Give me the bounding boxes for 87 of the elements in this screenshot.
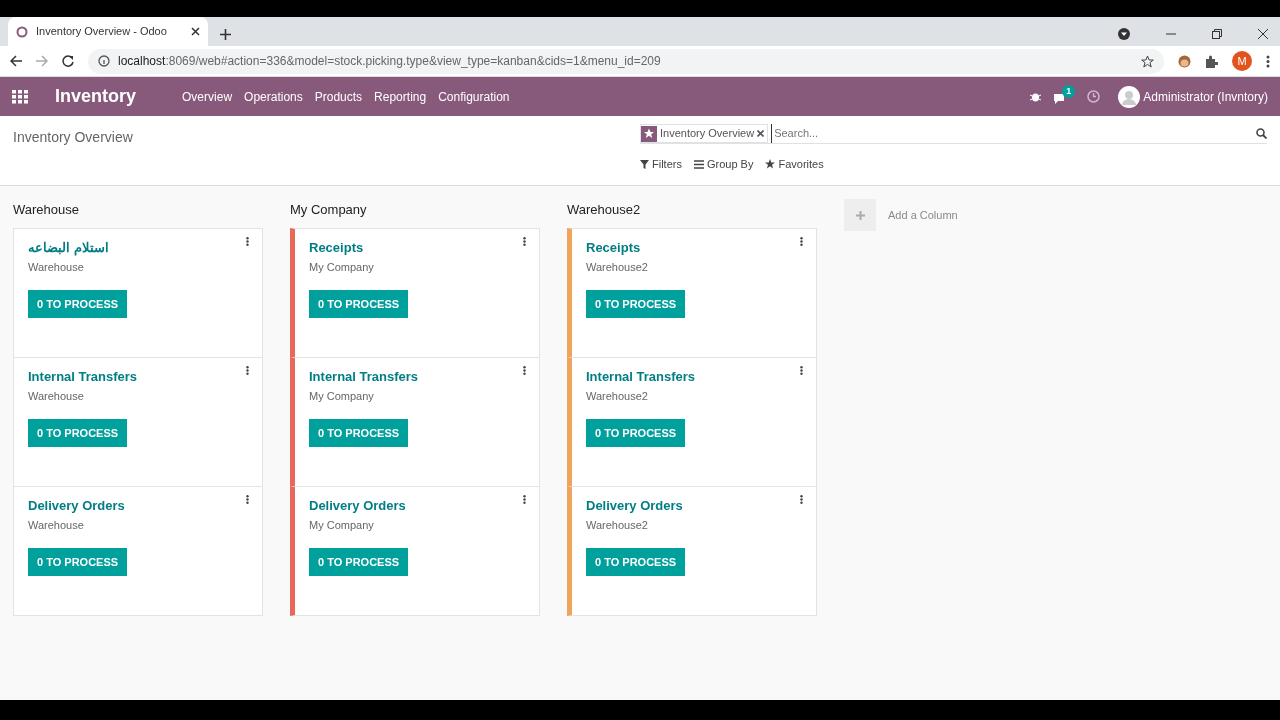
profile-avatar[interactable]: M (1232, 51, 1252, 71)
search-facet[interactable]: Inventory Overview (640, 124, 769, 143)
filter-menu-button[interactable]: Filters (640, 156, 682, 173)
company-name: My Company (309, 260, 375, 275)
add-column-button[interactable]: Add a Column (844, 199, 958, 231)
kanban-card[interactable]: Internal Transfers Warehouse2 0 TO PROCESS (567, 356, 817, 487)
filter-menu-button[interactable]: Favorites (765, 156, 824, 173)
kanban-card[interactable]: Internal Transfers Warehouse 0 TO PROCESS (13, 356, 263, 487)
to-process-button[interactable]: 0 TO PROCESS (28, 289, 128, 318)
to-process-button[interactable]: 0 TO PROCESS (586, 289, 686, 318)
menu-item[interactable]: Configuration (438, 87, 510, 106)
plus-icon (855, 210, 865, 220)
user-avatar-icon[interactable] (1118, 85, 1141, 108)
kanban-card[interactable]: Receipts My Company 0 TO PROCESS (290, 227, 540, 358)
clock-icon[interactable] (1087, 90, 1101, 103)
to-process-button[interactable]: 0 TO PROCESS (586, 547, 686, 576)
company-name: Warehouse (28, 518, 85, 533)
company-name: Warehouse2 (586, 260, 649, 275)
more-icon[interactable] (1266, 54, 1270, 68)
back-icon[interactable] (10, 55, 22, 67)
more-icon[interactable] (246, 494, 249, 504)
to-process-button[interactable]: 0 TO PROCESS (28, 418, 128, 447)
card-title[interactable]: Receipts (309, 237, 525, 257)
more-icon[interactable] (800, 236, 803, 246)
bug-icon[interactable] (1030, 91, 1042, 102)
card-title[interactable]: Delivery Orders (309, 495, 525, 515)
more-icon[interactable] (246, 365, 249, 375)
search-icon[interactable] (1256, 128, 1267, 139)
column-title: Warehouse (13, 201, 80, 219)
kanban-card[interactable]: Delivery Orders Warehouse 0 TO PROCESS (13, 485, 263, 616)
menu-item[interactable]: Products (314, 87, 363, 106)
to-process-button[interactable]: 0 TO PROCESS (28, 547, 128, 576)
kanban-card[interactable]: Internal Transfers My Company 0 TO PROCESS (290, 356, 540, 487)
browser-tab[interactable]: Inventory Overview - Odoo (8, 17, 208, 46)
kanban-card[interactable]: Delivery Orders Warehouse2 0 TO PROCESS (567, 485, 817, 616)
card-title[interactable]: Receipts (586, 237, 802, 257)
card-title[interactable]: Internal Transfers (586, 366, 802, 386)
column-title: My Company (290, 201, 368, 219)
company-name: Warehouse2 (586, 518, 649, 533)
card-title[interactable]: استلام البضاعه (28, 237, 248, 257)
list-icon (693, 159, 704, 169)
monkey-icon[interactable] (1178, 54, 1191, 68)
company-name: Warehouse (28, 260, 85, 275)
puzzle-icon[interactable] (1205, 54, 1218, 68)
filter-menu-button[interactable]: Group By (693, 156, 754, 173)
close-icon[interactable] (1258, 29, 1268, 39)
more-icon[interactable] (800, 365, 803, 375)
more-icon[interactable] (523, 494, 526, 504)
menu-item[interactable]: Operations (244, 87, 303, 106)
breadcrumb: Inventory Overview (13, 128, 134, 147)
company-name: Warehouse (28, 389, 85, 404)
app-title[interactable]: Inventory (55, 83, 137, 110)
close-icon[interactable] (191, 27, 200, 36)
company-name: My Company (309, 389, 375, 404)
to-process-button[interactable]: 0 TO PROCESS (309, 289, 409, 318)
card-title[interactable]: Internal Transfers (309, 366, 525, 386)
restore-icon[interactable] (1212, 29, 1222, 39)
remove-icon[interactable] (757, 130, 765, 137)
filter-icon (640, 159, 649, 169)
apps-menu-icon[interactable] (12, 89, 28, 104)
more-icon[interactable] (246, 236, 249, 246)
to-process-button[interactable]: 0 TO PROCESS (309, 547, 409, 576)
address-bar[interactable]: localhost:8069/web#action=336&model=stock.picking.type&view_type=kanban&cids=1&menu_id=209 (88, 48, 1164, 74)
user-menu[interactable]: Administrator (Invntory) (1143, 87, 1268, 106)
menu-item[interactable]: Reporting (374, 87, 427, 106)
menu-item[interactable]: Overview (182, 87, 233, 106)
new-tab-icon[interactable] (220, 29, 231, 40)
kanban-card[interactable]: Delivery Orders My Company 0 TO PROCESS (290, 485, 540, 616)
info-icon (98, 55, 110, 67)
reload-icon[interactable] (62, 55, 74, 67)
more-icon[interactable] (523, 365, 526, 375)
star-icon[interactable] (1141, 54, 1154, 68)
star-icon (765, 159, 776, 170)
company-name: Warehouse2 (586, 389, 649, 404)
more-icon[interactable] (800, 494, 803, 504)
company-name: My Company (309, 518, 375, 533)
column-title: Warehouse2 (567, 201, 642, 219)
card-title[interactable]: Delivery Orders (586, 495, 802, 515)
more-icon[interactable] (523, 236, 526, 246)
card-title[interactable]: Internal Transfers (28, 366, 248, 386)
card-title[interactable]: Delivery Orders (28, 495, 248, 515)
message-count: 1 (1062, 84, 1076, 98)
dropdown-icon[interactable] (1118, 28, 1130, 40)
odoo-logo-icon (16, 25, 28, 38)
kanban-card[interactable]: Receipts Warehouse2 0 TO PROCESS (567, 227, 817, 358)
to-process-button[interactable]: 0 TO PROCESS (586, 418, 686, 447)
to-process-button[interactable]: 0 TO PROCESS (309, 418, 409, 447)
